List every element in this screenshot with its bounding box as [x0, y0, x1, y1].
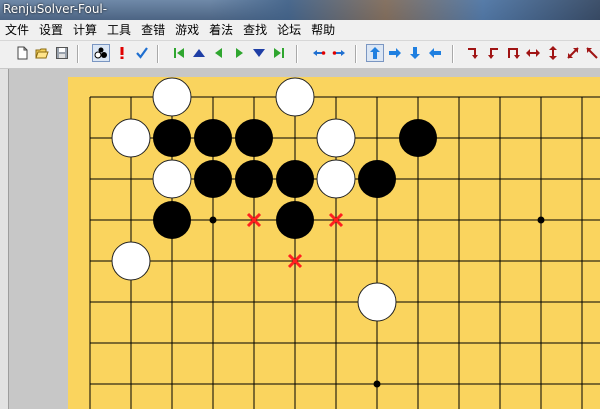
last-move-button[interactable]: [270, 44, 288, 62]
rotate-right-icon: [468, 48, 478, 59]
arrow-up-button[interactable]: [366, 44, 384, 62]
star-point: [373, 380, 381, 388]
left-panel: [0, 69, 9, 409]
menu-file[interactable]: 文件: [0, 21, 34, 39]
rotate-left-icon: [488, 48, 498, 59]
move-up-button[interactable]: [190, 44, 208, 62]
menu-bar: 文件 设置 计算 工具 查错 游戏 着法 查找 论坛 帮助: [0, 20, 600, 41]
down-icon: [253, 49, 265, 57]
diagonal-flip-button[interactable]: [564, 44, 582, 62]
flip-updown-button[interactable]: [544, 44, 562, 62]
black-stone: [276, 160, 314, 198]
shift-right-icon: [332, 50, 345, 56]
flip-horizontal-button[interactable]: [524, 44, 542, 62]
black-stone: [153, 119, 191, 157]
open-folder-icon: [35, 48, 49, 59]
white-stone: [111, 241, 151, 281]
new-file-icon: [17, 46, 28, 60]
black-stone: [194, 119, 232, 157]
menu-tools[interactable]: 工具: [102, 21, 136, 39]
workspace: [0, 69, 600, 409]
save-button[interactable]: [53, 44, 71, 62]
black-stone: [235, 160, 273, 198]
black-stone: [399, 119, 437, 157]
menu-game[interactable]: 游戏: [170, 21, 204, 39]
white-stone: [152, 77, 192, 117]
title-bar: RenjuSolver-Foul-: [0, 0, 600, 20]
stones-mode-button[interactable]: [92, 44, 110, 62]
new-file-button[interactable]: [13, 44, 31, 62]
black-stone: [194, 160, 232, 198]
toolbar-separator: [355, 45, 357, 63]
menu-settings[interactable]: 设置: [34, 21, 68, 39]
menu-check-errors[interactable]: 查错: [136, 21, 170, 39]
board-canvas[interactable]: [68, 77, 600, 409]
arrow-up-icon: [370, 47, 380, 59]
white-stone: [275, 77, 315, 117]
black-stone: [153, 201, 191, 239]
black-stone: [358, 160, 396, 198]
previous-move-button[interactable]: [210, 44, 228, 62]
arrow-right-button[interactable]: [386, 44, 404, 62]
black-stone: [235, 119, 273, 157]
menu-moves[interactable]: 着法: [204, 21, 238, 39]
white-stone: [316, 118, 356, 158]
next-move-button[interactable]: [230, 44, 248, 62]
menu-forum[interactable]: 论坛: [272, 21, 306, 39]
foul-warning-button[interactable]: [113, 44, 131, 62]
flip-vertical-icon: [508, 48, 520, 59]
game-board[interactable]: [68, 77, 600, 409]
up-icon: [193, 49, 205, 57]
arrow-left-button[interactable]: [426, 44, 444, 62]
white-stone: [152, 159, 192, 199]
anti-diagonal-flip-button[interactable]: [583, 44, 600, 62]
check-button[interactable]: [133, 44, 151, 62]
first-move-button[interactable]: [170, 44, 188, 62]
toolbar-separator: [296, 45, 298, 63]
white-stone: [316, 159, 356, 199]
shift-left-button[interactable]: [310, 44, 328, 62]
check-icon: [136, 47, 148, 59]
arrow-down-button[interactable]: [406, 44, 424, 62]
save-icon: [56, 47, 68, 59]
white-stone: [111, 118, 151, 158]
menu-search[interactable]: 查找: [238, 21, 272, 39]
stones-icon: [94, 47, 107, 59]
diagonal-icon: [567, 47, 579, 59]
last-move-icon: [274, 48, 284, 58]
white-stone: [357, 282, 397, 322]
flip-updown-icon: [549, 46, 557, 60]
title-bar-background: [210, 0, 600, 20]
anti-diagonal-icon: [586, 47, 598, 59]
window-title: RenjuSolver-Foul-: [3, 2, 108, 16]
first-move-icon: [174, 48, 184, 58]
toolbar-separator: [452, 45, 454, 63]
menu-calculate[interactable]: 计算: [68, 21, 102, 39]
toolbar-separator: [77, 45, 79, 63]
previous-move-icon: [215, 48, 222, 58]
next-move-icon: [236, 48, 243, 58]
menu-help[interactable]: 帮助: [306, 21, 340, 39]
flip-horizontal-icon: [526, 49, 540, 57]
rotate-right-button[interactable]: [464, 44, 482, 62]
toolbar-separator: [157, 45, 159, 63]
shift-left-icon: [313, 50, 326, 56]
black-stone: [276, 201, 314, 239]
flip-vertical-button[interactable]: [504, 44, 522, 62]
star-point: [537, 216, 545, 224]
warning-icon: [120, 47, 124, 59]
arrow-right-icon: [389, 48, 401, 58]
shift-right-button[interactable]: [330, 44, 348, 62]
open-file-button[interactable]: [33, 44, 51, 62]
star-point: [209, 216, 217, 224]
toolbar: [0, 41, 600, 69]
arrow-down-icon: [410, 47, 420, 59]
rotate-left-button[interactable]: [484, 44, 502, 62]
move-down-button[interactable]: [250, 44, 268, 62]
arrow-left-icon: [429, 48, 441, 58]
